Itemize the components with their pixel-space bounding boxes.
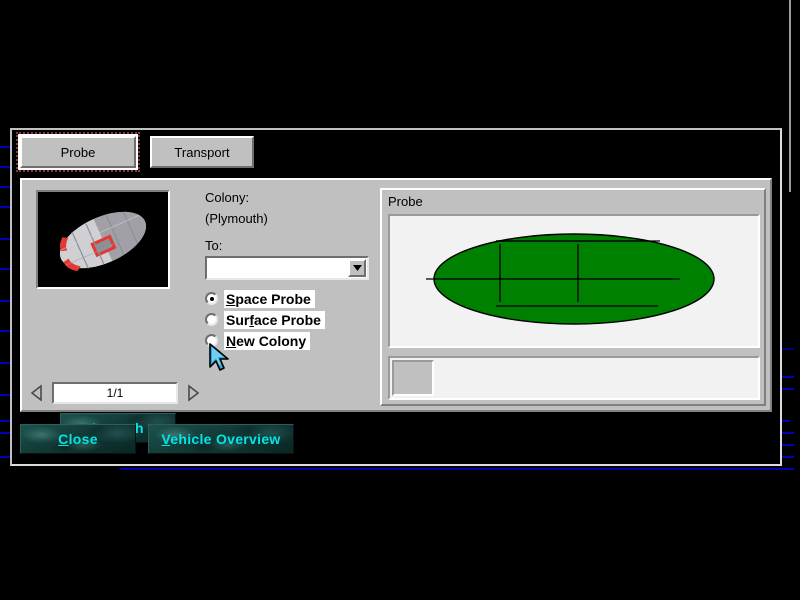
probe-group-box: Probe — [380, 188, 766, 406]
tab-transport-label: Transport — [174, 145, 229, 160]
tab-probe[interactable]: Probe — [20, 136, 136, 168]
page-indicator-value: 1/1 — [107, 386, 124, 400]
tab-probe-label: Probe — [61, 145, 96, 160]
radio-surface-probe[interactable]: Surface Probe — [205, 309, 325, 330]
radio-space-probe[interactable]: Space Probe — [205, 288, 325, 309]
probe-diagram-canvas[interactable] — [388, 214, 760, 348]
destination-dropdown[interactable] — [205, 256, 369, 280]
radio-new-colony-label: New Colony — [224, 332, 310, 350]
close-button-label: lose — [69, 431, 98, 447]
chevron-down-icon[interactable] — [348, 259, 366, 277]
mission-type-radio-group: Space Probe Surface Probe New Colony — [205, 288, 325, 351]
bg-line — [120, 468, 794, 470]
colony-label: Colony: — [205, 190, 249, 205]
vehicle-overview-button[interactable]: Vehicle Overview — [148, 424, 294, 454]
page-indicator[interactable]: 1/1 — [52, 382, 178, 404]
probe-list[interactable] — [388, 356, 760, 400]
probe-group-title: Probe — [388, 194, 423, 209]
radio-indicator — [205, 292, 218, 305]
radio-surface-probe-label: Surface Probe — [224, 311, 325, 329]
to-label: To: — [205, 238, 222, 253]
vehicle-thumbnail[interactable] — [36, 190, 170, 289]
radio-indicator — [205, 334, 218, 347]
colony-value: (Plymouth) — [205, 211, 268, 226]
close-button-accel: C — [58, 431, 68, 447]
radio-indicator — [205, 313, 218, 326]
probe-list-icon-slot[interactable] — [392, 360, 434, 396]
desktop-right-gutter — [791, 0, 800, 192]
vehicle-overview-label: ehicle Overview — [170, 431, 280, 447]
triangle-left-icon[interactable] — [30, 384, 46, 402]
radio-space-probe-label: Space Probe — [224, 290, 315, 308]
triangle-right-icon[interactable] — [184, 384, 200, 402]
page-spinner: 1/1 — [30, 382, 200, 404]
vehicle-overview-accel: V — [161, 431, 170, 447]
tab-transport[interactable]: Transport — [150, 136, 254, 168]
probe-schematic-diagram — [390, 216, 758, 346]
close-button[interactable]: Close — [20, 424, 136, 454]
probe-vehicle-icon — [38, 192, 168, 287]
main-panel: 1/1 Launch Colony: (Plymouth) To: Space … — [20, 178, 772, 412]
probe-dialog: Probe Transport — [10, 128, 782, 466]
radio-new-colony[interactable]: New Colony — [205, 330, 325, 351]
